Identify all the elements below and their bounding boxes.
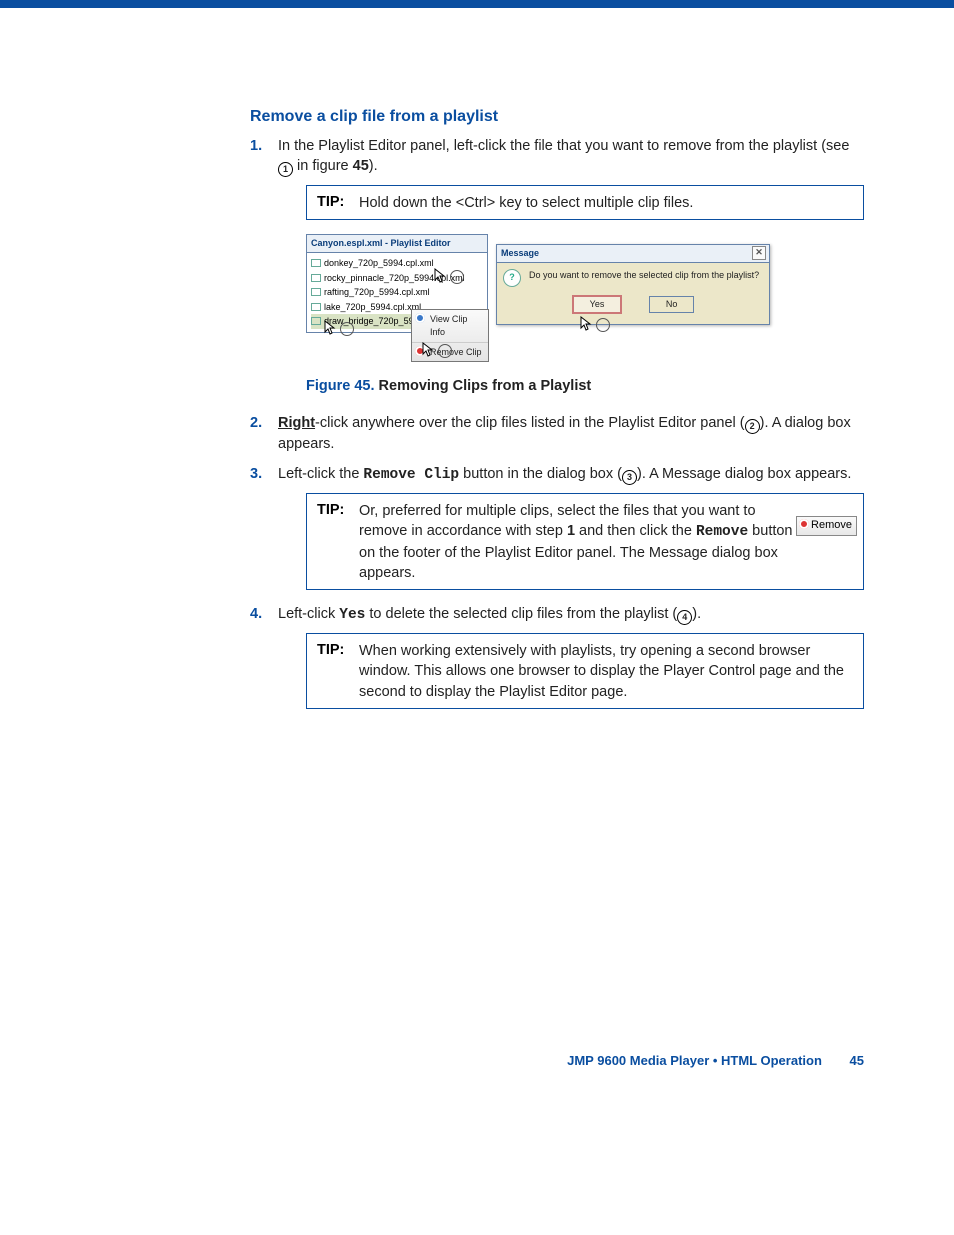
footer-title: JMP 9600 Media Player • HTML Operation <box>567 1053 822 1068</box>
tip-text: Or, preferred for multiple clips, select… <box>359 501 793 583</box>
step-3: 3. Left-click the Remove Clip button in … <box>250 464 864 590</box>
step-text: Right-click anywhere over the clip files… <box>278 415 851 452</box>
remove-button-graphic: Remove <box>796 516 857 535</box>
callout-circle <box>340 322 354 336</box>
remove-icon <box>799 519 809 529</box>
step-number: 2. <box>250 413 262 433</box>
ctx-view-clip-info[interactable]: View Clip Info <box>412 310 488 342</box>
close-icon[interactable]: ✕ <box>752 246 766 260</box>
tip-label: TIP: <box>317 500 353 520</box>
step-4: 4. Left-click Yes to delete the selected… <box>250 604 864 709</box>
tip-text: When working extensively with playlists,… <box>359 641 853 702</box>
dialog-text: Do you want to remove the selected clip … <box>529 269 759 282</box>
playlist-item[interactable]: rafting_720p_5994.cpl.xml <box>311 285 483 300</box>
dialog-title: Message <box>501 248 539 258</box>
step-text: In the Playlist Editor panel, left-click… <box>278 138 849 174</box>
step-text: Left-click the Remove Clip button in the… <box>278 466 851 482</box>
tip-box-3: TIP: When working extensively with playl… <box>306 633 864 709</box>
page-body: Remove a clip file from a playlist 1. In… <box>0 8 954 1108</box>
step-number: 4. <box>250 604 262 624</box>
section-heading: Remove a clip file from a playlist <box>250 108 864 126</box>
step-number: 3. <box>250 464 262 484</box>
step-list: 1. In the Playlist Editor panel, left-cl… <box>250 136 864 709</box>
message-dialog: Message ✕ ? Do you want to remove the se… <box>496 244 770 324</box>
info-icon <box>415 313 425 323</box>
playlist-title: Canyon.espl.xml - Playlist Editor <box>307 235 487 253</box>
callout-circle <box>596 318 610 332</box>
playlist-item[interactable]: donkey_720p_5994.cpl.xml <box>311 256 483 271</box>
circled-2-icon: 2 <box>745 419 760 434</box>
circled-4-icon: 4 <box>677 610 692 625</box>
figure-caption: Figure 45. Removing Clips from a Playlis… <box>306 376 864 396</box>
no-button[interactable]: No <box>649 296 695 313</box>
page-footer: JMP 9600 Media Player • HTML Operation 4… <box>567 1053 864 1068</box>
circled-1-icon: 1 <box>278 162 293 177</box>
tip-label: TIP: <box>317 192 353 212</box>
header-accent-bar <box>0 0 954 8</box>
tip-box-1: TIP: Hold down the <Ctrl> key to select … <box>306 185 864 220</box>
question-icon: ? <box>503 269 521 287</box>
dialog-titlebar: Message ✕ <box>497 245 769 263</box>
step-1: 1. In the Playlist Editor panel, left-cl… <box>250 136 864 397</box>
tip-box-2: TIP: Or, preferred for multiple clips, s… <box>306 493 864 590</box>
step-2: 2. Right-click anywhere over the clip fi… <box>250 413 864 454</box>
yes-button[interactable]: Yes <box>572 295 623 314</box>
circled-3-icon: 3 <box>622 470 637 485</box>
step-number: 1. <box>250 136 262 156</box>
tip-text: Hold down the <Ctrl> key to select multi… <box>359 193 853 213</box>
tip-label: TIP: <box>317 640 353 660</box>
remove-icon <box>415 346 425 356</box>
step-text: Left-click Yes to delete the selected cl… <box>278 606 701 622</box>
figure-45: Canyon.espl.xml - Playlist Editor donkey… <box>306 234 864 364</box>
page-number: 45 <box>850 1053 864 1068</box>
